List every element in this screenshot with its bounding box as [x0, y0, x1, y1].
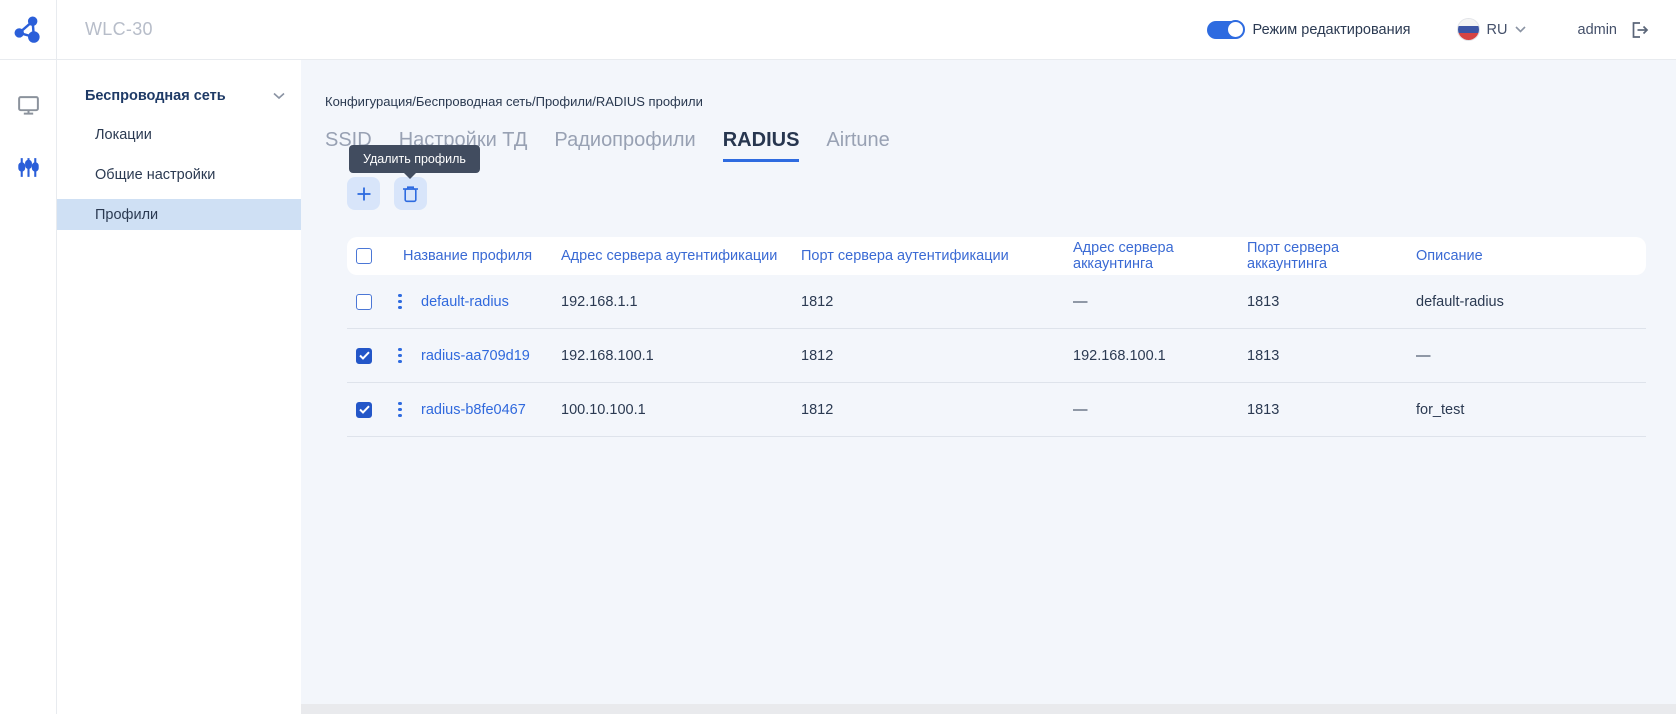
row-checkbox[interactable]	[356, 402, 372, 418]
auth-server-address-cell: 100.10.100.1	[561, 402, 801, 418]
acct-server-port-cell: 1813	[1247, 348, 1416, 364]
auth-server-address-cell: 192.168.1.1	[561, 294, 801, 310]
sidebar-item-locations[interactable]: Локации	[57, 119, 301, 150]
description-cell: for_test	[1416, 402, 1646, 418]
table-body: default-radius 192.168.1.1 1812 — 1813 d…	[347, 275, 1646, 437]
chevron-down-icon	[1515, 26, 1526, 33]
profile-name-link[interactable]: radius-b8fe0467	[421, 402, 561, 418]
tab-radius[interactable]: RADIUS	[723, 129, 800, 162]
col-header-profile-name[interactable]: Название профиля	[393, 248, 561, 264]
row-checkbox[interactable]	[356, 294, 372, 310]
breadcrumb: Конфигурация/Беспроводная сеть/Профили/R…	[325, 94, 1676, 109]
auth-server-port-cell: 1812	[801, 402, 1073, 418]
icon-rail	[0, 60, 57, 714]
sidebar-group-title: Беспроводная сеть	[85, 88, 273, 104]
app-title: WLC-30	[85, 19, 153, 40]
auth-server-port-cell: 1812	[801, 348, 1073, 364]
table-row: radius-b8fe0467 100.10.100.1 1812 — 1813…	[347, 383, 1646, 437]
delete-profile-button[interactable]	[394, 177, 427, 210]
plus-icon	[356, 186, 372, 202]
col-header-auth-server-address[interactable]: Адрес сервера аутентификации	[561, 248, 801, 264]
sidebar-group-wireless-network[interactable]: Беспроводная сеть	[57, 82, 301, 110]
radius-profiles-table: Название профиля Адрес сервера аутентифи…	[347, 237, 1646, 437]
table-row: default-radius 192.168.1.1 1812 — 1813 d…	[347, 275, 1646, 329]
row-menu-kebab-icon[interactable]	[393, 402, 407, 417]
network-nodes-icon	[14, 16, 42, 44]
table-toolbar: Удалить профиль	[347, 177, 1676, 210]
row-checkbox[interactable]	[356, 348, 372, 364]
acct-server-address-cell: —	[1073, 294, 1247, 310]
auth-server-address-cell: 192.168.100.1	[561, 348, 801, 364]
col-header-acct-server-address[interactable]: Адрес сервера аккаунтинга	[1073, 240, 1247, 272]
rail-item-monitoring[interactable]	[0, 82, 57, 128]
top-bar: WLC-30 Режим редактирования RU admin	[0, 0, 1676, 60]
russia-flag-icon	[1457, 18, 1480, 41]
delete-tooltip-text: Удалить профиль	[363, 152, 466, 166]
trash-icon	[402, 185, 419, 203]
sidebar-item-general-settings[interactable]: Общие настройки	[57, 159, 301, 190]
edit-mode-label: Режим редактирования	[1253, 22, 1411, 38]
language-selector[interactable]: RU	[1457, 18, 1526, 41]
chevron-down-icon	[273, 92, 285, 100]
acct-server-port-cell: 1813	[1247, 294, 1416, 310]
tab-bar: SSID Настройки ТД Радиопрофили RADIUS Ai…	[325, 129, 1676, 162]
profile-name-link[interactable]: default-radius	[421, 294, 561, 310]
toggle-knob	[1226, 20, 1245, 39]
username: admin	[1578, 22, 1618, 38]
tooltip-caret	[403, 172, 417, 179]
profile-name-link[interactable]: radius-aa709d19	[421, 348, 561, 364]
monitor-icon	[16, 93, 41, 118]
col-header-acct-server-port[interactable]: Порт сервера аккаунтинга	[1247, 240, 1416, 272]
sidebar: Беспроводная сеть Локации Общие настройк…	[57, 60, 301, 714]
main-content: Конфигурация/Беспроводная сеть/Профили/R…	[301, 60, 1676, 714]
sidebar-item-profiles[interactable]: Профили	[57, 199, 301, 230]
logout-icon[interactable]	[1629, 20, 1650, 40]
app-logo	[0, 0, 57, 60]
col-header-description[interactable]: Описание	[1416, 248, 1646, 264]
acct-server-address-cell: —	[1073, 402, 1247, 418]
acct-server-address-cell: 192.168.100.1	[1073, 348, 1247, 364]
bottom-scrollbar-track[interactable]	[301, 704, 1676, 714]
add-profile-button[interactable]	[347, 177, 380, 210]
language-code: RU	[1487, 22, 1508, 38]
delete-tooltip: Удалить профиль	[349, 145, 480, 173]
col-header-auth-server-port[interactable]: Порт сервера аутентификации	[801, 248, 1073, 264]
table-header-row: Название профиля Адрес сервера аутентифи…	[347, 237, 1646, 275]
tab-radio-profiles[interactable]: Радиопрофили	[554, 129, 695, 162]
acct-server-port-cell: 1813	[1247, 402, 1416, 418]
row-menu-kebab-icon[interactable]	[393, 294, 407, 309]
table-row: radius-aa709d19 192.168.100.1 1812 192.1…	[347, 329, 1646, 383]
description-cell: —	[1416, 348, 1646, 364]
row-menu-kebab-icon[interactable]	[393, 348, 407, 363]
rail-item-configuration[interactable]	[0, 144, 57, 190]
sliders-icon	[16, 155, 41, 180]
description-cell: default-radius	[1416, 294, 1646, 310]
select-all-checkbox[interactable]	[356, 248, 372, 264]
edit-mode-toggle[interactable]	[1207, 21, 1243, 39]
tab-airtune[interactable]: Airtune	[826, 129, 889, 162]
auth-server-port-cell: 1812	[801, 294, 1073, 310]
